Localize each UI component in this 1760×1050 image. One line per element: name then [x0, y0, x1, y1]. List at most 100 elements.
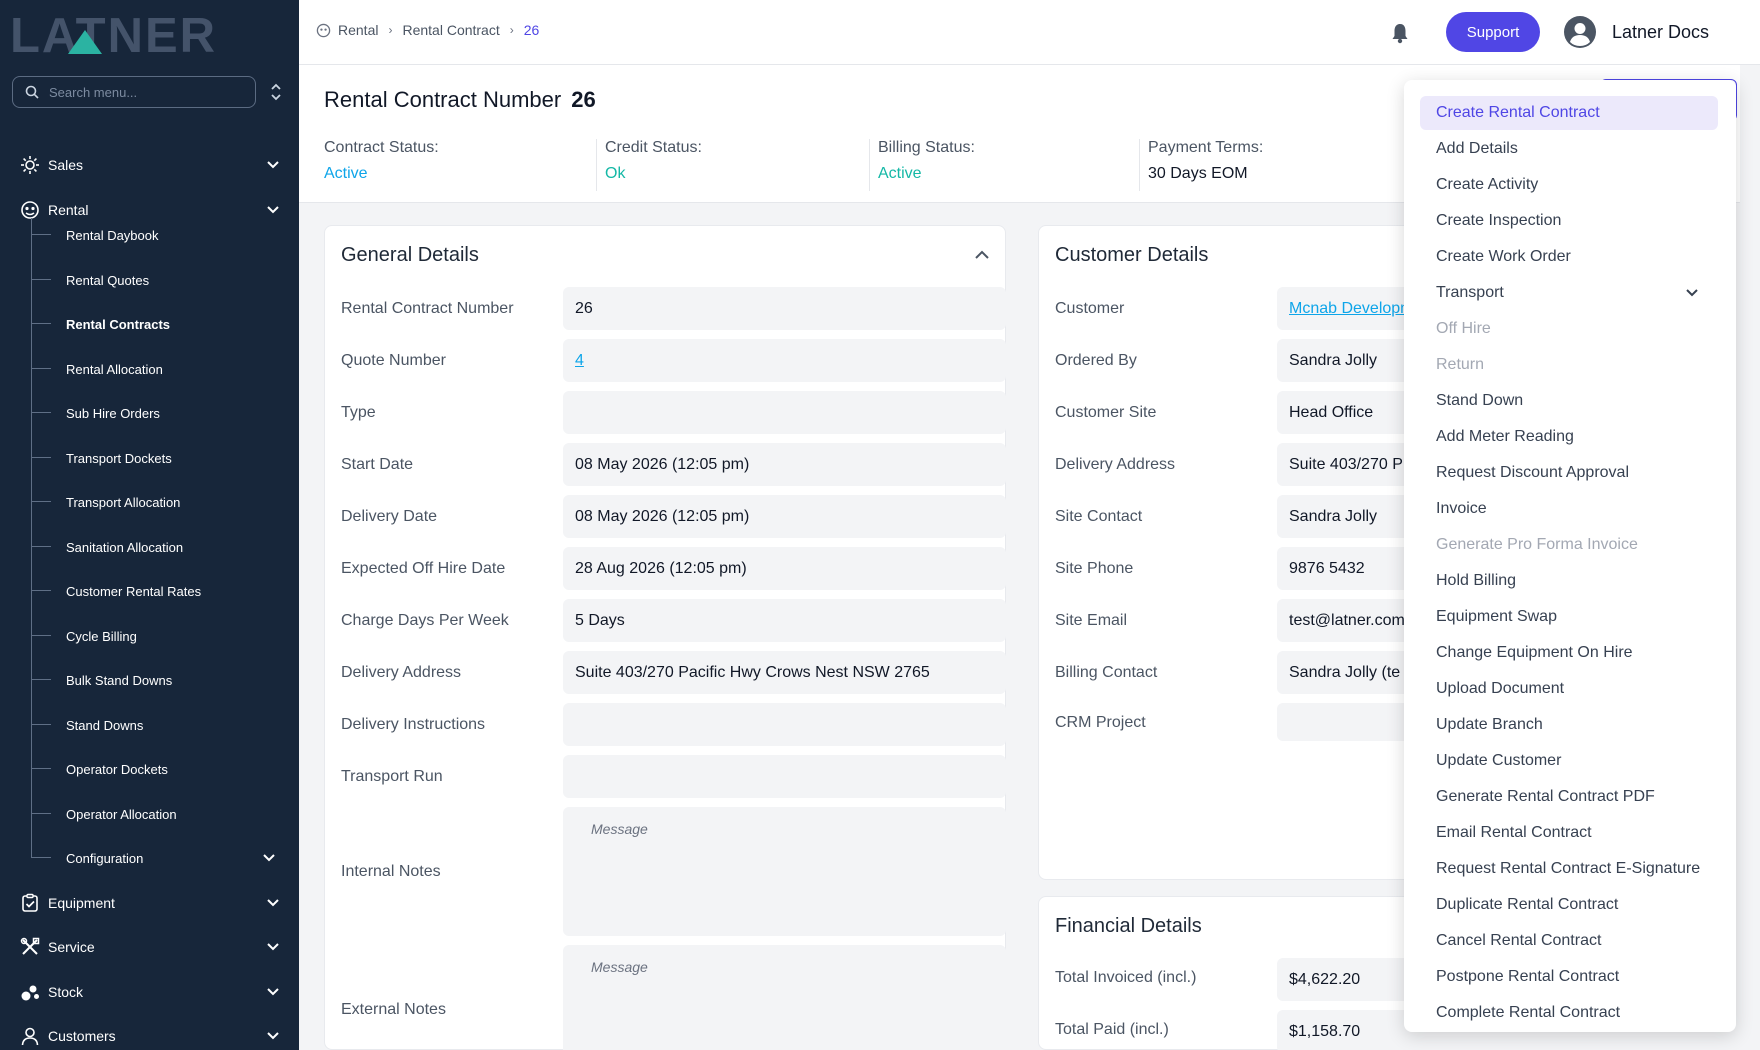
billing-status: Billing Status: Active: [869, 139, 1109, 191]
support-button[interactable]: Support: [1446, 12, 1540, 52]
menu-item-create-activity[interactable]: Create Activity: [1420, 168, 1718, 202]
sidebar-item-rental-quotes[interactable]: Rental Quotes: [31, 262, 299, 298]
breadcrumb-rental-contract[interactable]: Rental Contract: [402, 22, 499, 38]
sidebar-item-cycle-billing[interactable]: Cycle Billing: [31, 618, 299, 654]
sidebar-group-sales[interactable]: Sales: [0, 145, 299, 185]
sidebar-collapse-toggle[interactable]: [266, 80, 286, 104]
sidebar-item-sub-hire-orders[interactable]: Sub Hire Orders: [31, 395, 299, 431]
quote-number-link[interactable]: 4: [563, 339, 1006, 382]
menu-item-update-branch[interactable]: Update Branch: [1420, 708, 1718, 742]
menu-item-equipment-swap[interactable]: Equipment Swap: [1420, 600, 1718, 634]
field-label: Charge Days Per Week: [341, 612, 509, 629]
sidebar-item-operator-dockets[interactable]: Operator Dockets: [31, 751, 299, 787]
field-label: Delivery Instructions: [341, 716, 486, 733]
start-date-field: 08 May 2026 (12:05 pm): [563, 443, 1006, 486]
menu-item-label: Transport: [1436, 284, 1504, 301]
status-value: Active: [878, 165, 922, 182]
menu-item-cancel-rental-contract[interactable]: Cancel Rental Contract: [1420, 924, 1718, 958]
tree-connector: [31, 279, 51, 280]
latner-logo-mark: LATNER: [10, 9, 217, 63]
sidebar-item-bulk-stand-downs[interactable]: Bulk Stand Downs: [31, 662, 299, 698]
menu-item-off-hire: Off Hire: [1436, 320, 1491, 337]
tree-connector: [31, 635, 51, 636]
card-title: General Details: [341, 244, 479, 266]
sidebar-item-label: Bulk Stand Downs: [66, 672, 173, 688]
menu-item-stand-down[interactable]: Stand Down: [1420, 384, 1718, 418]
field-label: External Notes: [341, 1001, 446, 1018]
sidebar-item-transport-allocation[interactable]: Transport Allocation: [31, 484, 299, 520]
chevron-down-icon: [267, 1032, 279, 1040]
chevron-down-icon: [267, 206, 279, 214]
tree-connector: [31, 457, 51, 458]
sidebar-item-label: Transport Allocation: [66, 494, 181, 510]
sidebar-group-customers[interactable]: Customers: [0, 1016, 299, 1050]
breadcrumb-current: 26: [523, 22, 540, 38]
sidebar-group-label: Service: [48, 939, 95, 955]
sidebar-group-service[interactable]: Service: [0, 927, 299, 967]
tree-connector: [31, 857, 51, 858]
menu-item-transport[interactable]: Transport: [1420, 276, 1718, 310]
menu-item-upload-document[interactable]: Upload Document: [1420, 672, 1718, 706]
sidebar-group-stock[interactable]: Stock: [0, 972, 299, 1012]
sidebar-item-operator-allocation[interactable]: Operator Allocation: [31, 796, 299, 832]
sidebar-item-sanitation-allocation[interactable]: Sanitation Allocation: [31, 529, 299, 565]
breadcrumb-rental[interactable]: Rental: [338, 22, 378, 38]
tree-connector: [31, 679, 51, 680]
menu-item-update-customer[interactable]: Update Customer: [1420, 744, 1718, 778]
field-label: Rental Contract Number: [341, 300, 514, 317]
field-label: Start Date: [341, 456, 414, 473]
svg-text:LATNER: LATNER: [10, 9, 217, 58]
menu-item-change-equipment-on-hire[interactable]: Change Equipment On Hire: [1420, 636, 1718, 670]
sidebar-group-label: Equipment: [48, 895, 115, 911]
bell-icon[interactable]: [1390, 22, 1410, 44]
sidebar-item-rental-allocation[interactable]: Rental Allocation: [31, 351, 299, 387]
sidebar-group-equipment[interactable]: Equipment: [0, 883, 299, 923]
delivery-address-field: Suite 403/270 Pacific Hwy Crows Nest NSW…: [563, 651, 1006, 694]
sun-gear-icon: [20, 155, 40, 175]
menu-item-email-rental-contract[interactable]: Email Rental Contract: [1420, 816, 1718, 850]
field-label: Transport Run: [341, 768, 443, 785]
menu-item-duplicate-rental-contract[interactable]: Duplicate Rental Contract: [1420, 888, 1718, 922]
delivery-instructions-field: [563, 703, 1006, 746]
sidebar-item-label: Transport Dockets: [66, 450, 172, 466]
card-title: Customer Details: [1055, 244, 1209, 266]
menu-item-generate-rental-contract-pdf[interactable]: Generate Rental Contract PDF: [1420, 780, 1718, 814]
menu-item-create-work-order[interactable]: Create Work Order: [1420, 240, 1718, 274]
internal-notes-textarea[interactable]: Message: [563, 807, 1006, 936]
search-menu-input[interactable]: [49, 84, 239, 100]
menu-item-create-rental-contract[interactable]: Create Rental Contract: [1420, 96, 1718, 130]
external-notes-textarea[interactable]: Message: [563, 945, 1006, 1050]
field-label: Quote Number: [341, 352, 446, 369]
tree-connector: [31, 546, 51, 547]
chevron-down-icon: [267, 899, 279, 907]
field-label: Total Invoiced (incl.): [1055, 969, 1197, 986]
latner-logo[interactable]: LATNER: [10, 8, 280, 63]
user-name[interactable]: Latner Docs: [1612, 22, 1709, 43]
menu-item-invoice[interactable]: Invoice: [1420, 492, 1718, 526]
menu-item-hold-billing[interactable]: Hold Billing: [1420, 564, 1718, 598]
sidebar-item-customer-rental-rates[interactable]: Customer Rental Rates: [31, 573, 299, 609]
chevron-down-icon: [267, 161, 279, 169]
sidebar-item-rental-daybook[interactable]: Rental Daybook: [31, 217, 299, 253]
search-icon: [25, 85, 39, 99]
status-value: Ok: [605, 165, 626, 182]
rental-face-icon: [316, 23, 331, 37]
menu-item-request-discount-approval[interactable]: Request Discount Approval: [1420, 456, 1718, 490]
sidebar-item-rental-contracts[interactable]: Rental Contracts: [31, 306, 299, 342]
chevron-up-icon[interactable]: [973, 246, 991, 264]
menu-item-add-details[interactable]: Add Details: [1420, 132, 1718, 166]
sidebar-item-stand-downs[interactable]: Stand Downs: [31, 707, 299, 743]
status-label: Payment Terms:: [1148, 139, 1264, 156]
rental-contract-number-field: 26: [563, 287, 1006, 330]
menu-item-create-inspection[interactable]: Create Inspection: [1420, 204, 1718, 238]
tree-connector: [31, 323, 51, 324]
menu-item-request-e-signature[interactable]: Request Rental Contract E-Signature: [1420, 852, 1718, 886]
user-avatar-icon[interactable]: [1564, 16, 1596, 48]
sidebar-item-configuration[interactable]: Configuration: [31, 840, 299, 876]
sidebar-item-transport-dockets[interactable]: Transport Dockets: [31, 440, 299, 476]
menu-item-postpone-rental-contract[interactable]: Postpone Rental Contract: [1420, 960, 1718, 994]
menu-item-complete-rental-contract[interactable]: Complete Rental Contract: [1420, 996, 1718, 1030]
top-bar: Rental › Rental Contract › 26 Support La…: [299, 0, 1760, 65]
card-title: Financial Details: [1055, 915, 1202, 937]
menu-item-add-meter-reading[interactable]: Add Meter Reading: [1420, 420, 1718, 454]
